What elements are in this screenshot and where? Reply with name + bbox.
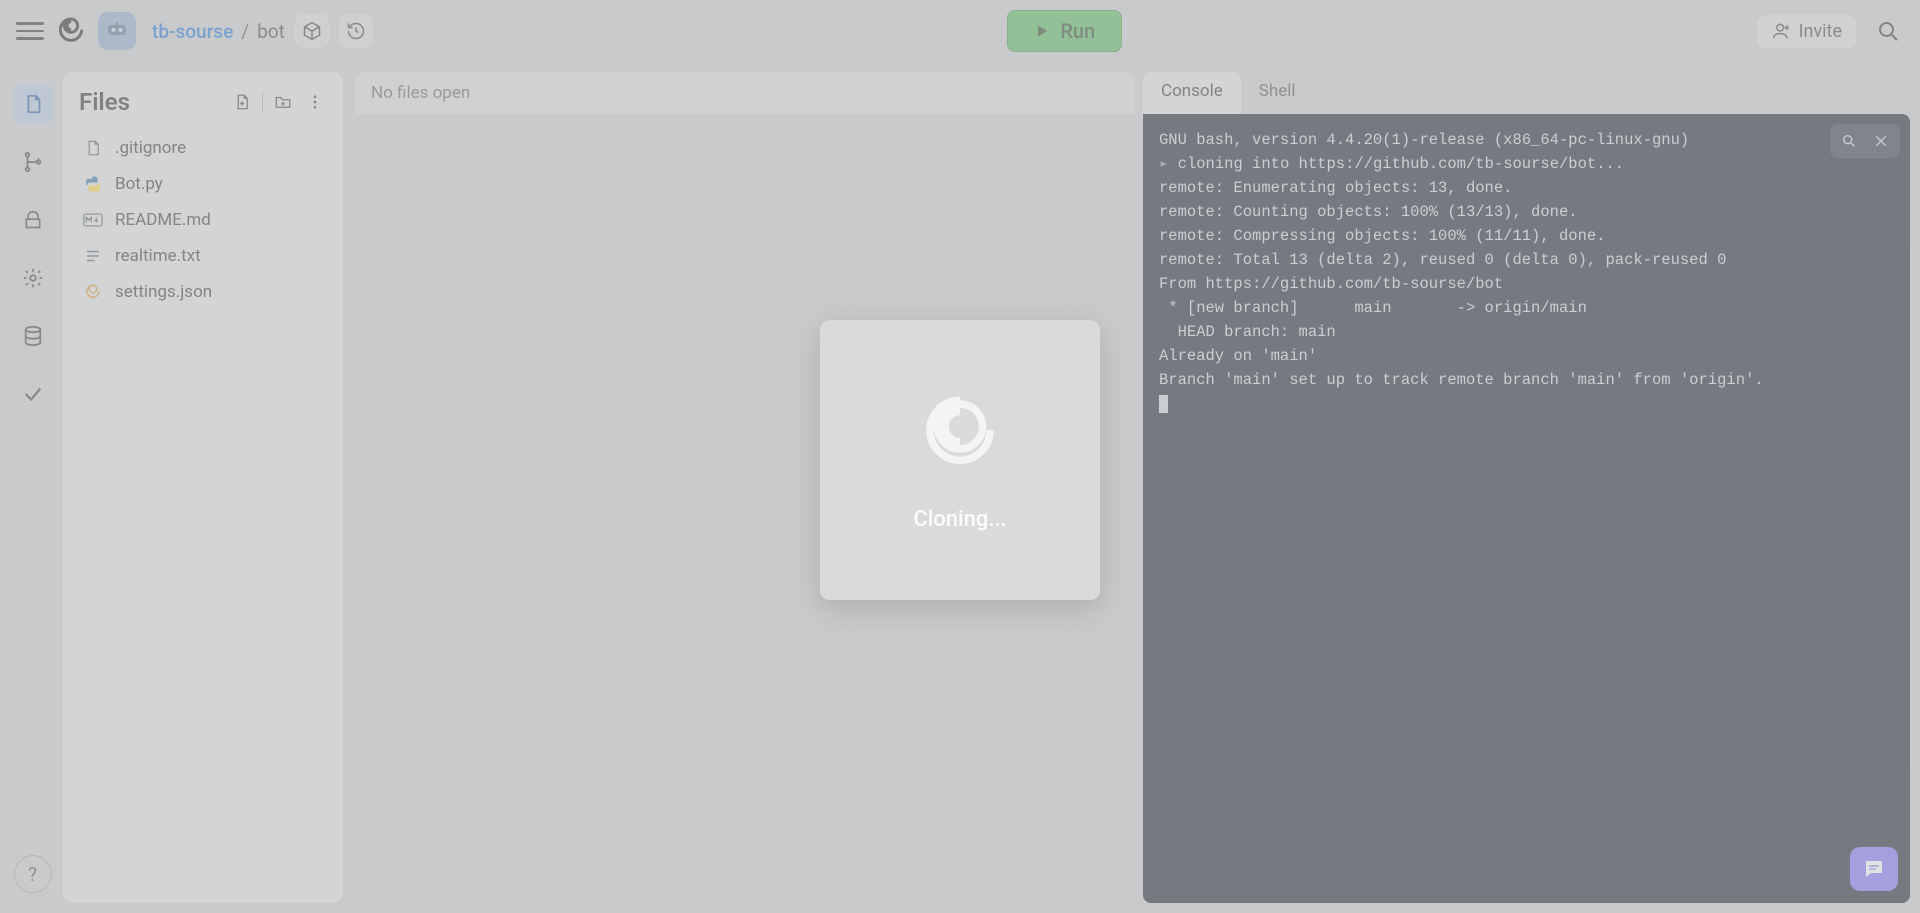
spinner-logo-icon xyxy=(915,389,1005,479)
modal-text: Cloning... xyxy=(913,507,1006,532)
cloning-modal: Cloning... xyxy=(820,320,1100,600)
